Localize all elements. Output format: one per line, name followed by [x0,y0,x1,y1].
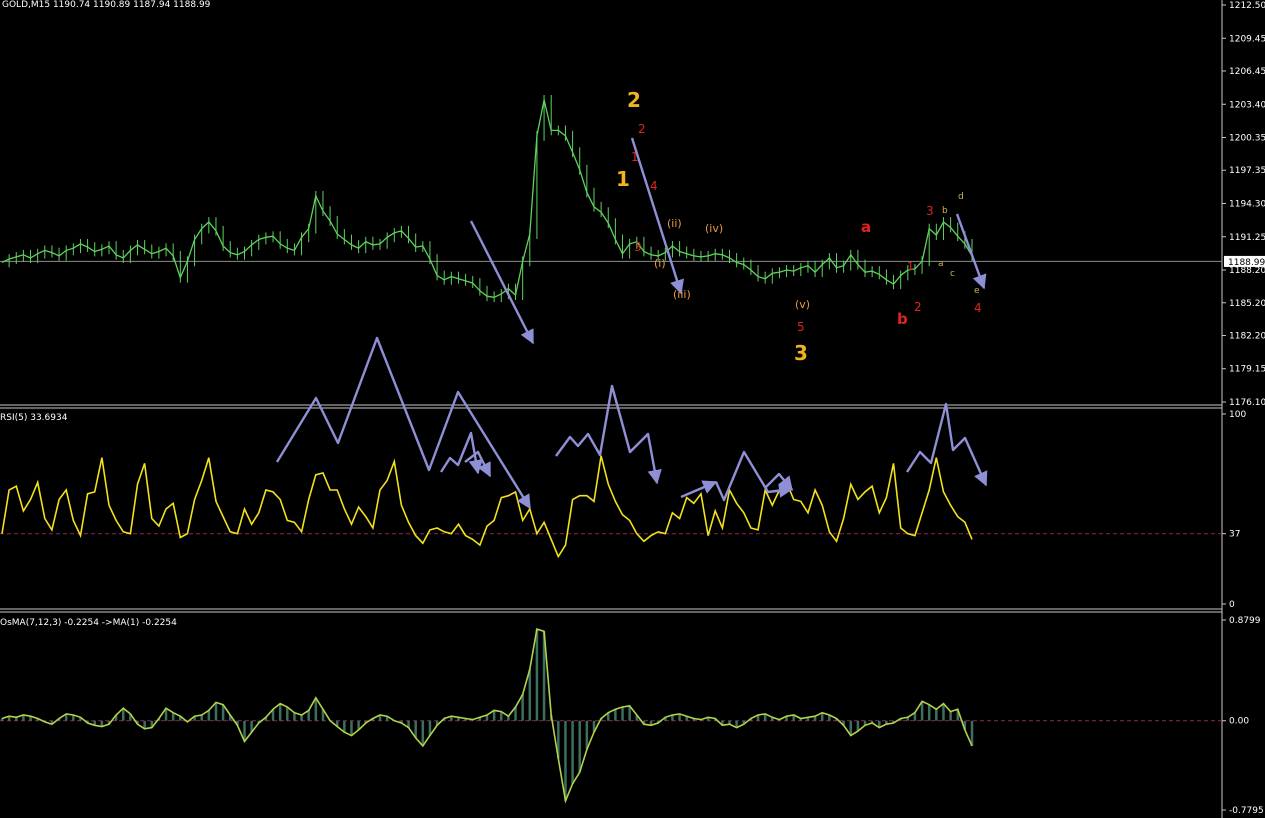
price-axis-tick-label: 1209.45 [1229,34,1265,44]
wave-label: 2 [914,300,922,314]
osma-pane-header: OsMA(7,12,3) -0.2254 ->MA(1) -0.2254 [0,618,177,628]
rsi-axis-tick-label: 0 [1229,600,1235,610]
rsi-axis-tick-label: 37 [1229,530,1240,540]
price-pane-header: GOLD,M15 1190.74 1190.89 1187.94 1188.99 [2,0,211,10]
price-axis-tick-label: 1206.45 [1229,67,1265,77]
wave-label: 2 [627,88,641,112]
wave-label: 3 [794,341,808,365]
wave-label: 1 [616,167,630,191]
osma-axis-tick-label: -0.7795 [1229,806,1264,816]
wave-label: b [897,310,908,328]
wave-label: c [950,269,955,279]
wave-label: 5 [797,320,805,334]
wave-label: (v) [795,298,810,311]
price-axis-tick-label: 1203.40 [1229,100,1265,110]
rsi-axis-tick-label: 100 [1229,410,1246,420]
price-axis-tick-label: 1176.10 [1229,398,1265,408]
osma-axis-tick-label: 0.00 [1229,717,1249,727]
wave-label: 4 [650,179,658,193]
wave-label: 3 [634,240,642,254]
price-axis-tick-label: 1194.30 [1229,200,1265,210]
wave-label: a [938,259,944,269]
wave-label: 3 [926,204,934,218]
current-price-label: 1188.99 [1228,258,1265,268]
osma-axis-tick-label: 0.8799 [1229,616,1261,626]
wave-label: 4 [974,301,982,315]
wave-label: 1 [631,150,639,164]
rsi-pane-header: RSI(5) 33.6934 [0,413,68,423]
wave-label: b [942,206,948,216]
price-axis-tick-label: 1200.35 [1229,134,1265,144]
chart-canvas: GOLD,M15 1190.74 1190.89 1187.94 1188.99… [0,0,1265,818]
price-axis-tick-label: 1197.35 [1229,166,1265,176]
price-axis-tick-label: 1179.15 [1229,365,1265,375]
price-axis-tick-label: 1182.20 [1229,331,1265,341]
wave-label: 2 [638,122,646,136]
wave-label: (iii) [673,288,691,301]
wave-label: (i) [654,257,666,270]
wave-label: e [974,286,980,296]
wave-label: (ii) [667,217,682,230]
price-axis-tick-label: 1212.50 [1229,1,1265,11]
price-axis-tick-label: 1191.25 [1229,233,1265,243]
wave-label: d [958,192,964,202]
current-price-tag: 1188.99 [1224,255,1265,268]
wave-label: (iv) [705,222,723,235]
price-axis-tick-label: 1185.20 [1229,299,1265,309]
wave-label: a [861,218,871,236]
wave-label: 1 [907,260,914,273]
